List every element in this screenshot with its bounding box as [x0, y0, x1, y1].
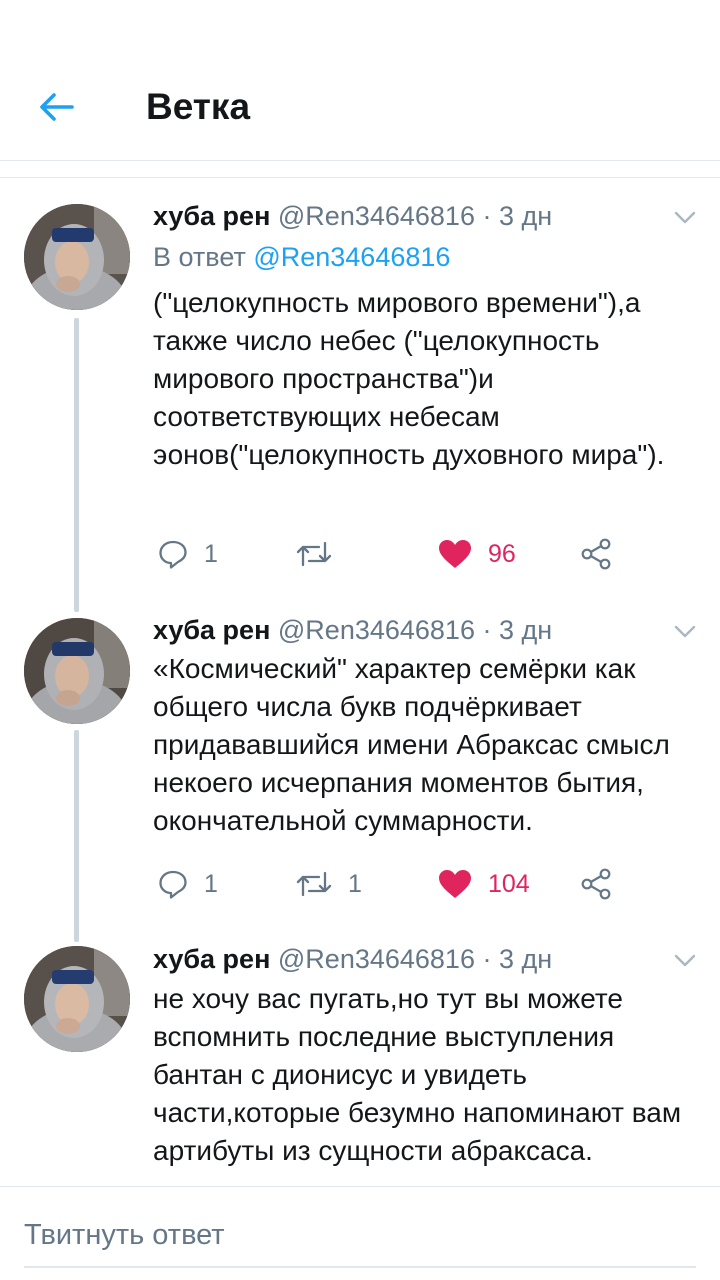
top-bar: Ветка — [0, 0, 720, 161]
author-handle[interactable]: @Ren34646816 — [278, 201, 475, 231]
chevron-down-icon — [674, 625, 696, 638]
back-button[interactable] — [30, 84, 82, 130]
like-count: 104 — [488, 869, 530, 898]
arrow-left-icon — [40, 93, 74, 121]
avatar[interactable] — [24, 204, 130, 310]
retweet-icon — [296, 541, 332, 567]
reply-button[interactable]: 1 — [158, 864, 218, 904]
like-button[interactable]: 104 — [438, 864, 530, 904]
tweet-time: · 3 дн — [474, 201, 553, 231]
reply-mention-link[interactable]: @Ren34646816 — [253, 242, 450, 272]
author-name[interactable]: хуба рен — [153, 201, 270, 231]
tweet-time: · 3 дн — [474, 944, 553, 974]
reply-tweet-input[interactable]: Твитнуть ответ — [24, 1206, 696, 1264]
like-button[interactable]: 96 — [438, 534, 516, 574]
avatar[interactable] — [24, 946, 130, 1052]
reply-icon — [159, 870, 187, 899]
share-icon — [581, 538, 611, 570]
thread-connector — [74, 730, 79, 942]
retweet-icon — [296, 871, 332, 897]
author-name[interactable]: хуба рен — [153, 944, 270, 974]
tweet-header: хуба рен @Ren34646816 · 3 дн — [153, 612, 552, 648]
tweet-time: · 3 дн — [474, 615, 553, 645]
page-title: Ветка — [146, 86, 251, 127]
reply-button[interactable]: 1 — [158, 534, 218, 574]
divider — [0, 177, 720, 178]
retweet-button[interactable] — [296, 534, 348, 574]
tweet-menu-button[interactable] — [670, 203, 700, 233]
author-name[interactable]: хуба рен — [153, 615, 270, 645]
chevron-down-icon — [674, 211, 696, 224]
tweet-actions: 1 1 104 — [0, 864, 720, 904]
retweet-button[interactable]: 1 — [296, 864, 362, 904]
avatar[interactable] — [24, 618, 130, 724]
reply-icon — [159, 540, 187, 569]
tweet-menu-button[interactable] — [670, 946, 700, 976]
share-button[interactable] — [580, 534, 612, 574]
author-handle[interactable]: @Ren34646816 — [278, 615, 475, 645]
heart-filled-icon — [439, 870, 471, 898]
reply-prefix: В ответ — [153, 242, 254, 272]
heart-filled-icon — [439, 540, 471, 568]
divider — [0, 1186, 720, 1187]
tweet-actions: 1 96 — [0, 534, 720, 574]
tweet-text: «Космический" характер семёрки как общег… — [153, 653, 670, 836]
author-handle[interactable]: @Ren34646816 — [278, 944, 475, 974]
share-icon — [581, 868, 611, 900]
tweet-menu-button[interactable] — [670, 617, 700, 647]
input-underline — [24, 1266, 696, 1268]
share-button[interactable] — [580, 864, 612, 904]
tweet-text: ("целокупность мирового времени"),а такж… — [153, 287, 665, 470]
tweet-header: хуба рен @Ren34646816 · 3 дн — [153, 198, 552, 234]
tweet-header: хуба рен @Ren34646816 · 3 дн — [153, 941, 552, 977]
reply-count: 1 — [204, 869, 218, 898]
chevron-down-icon — [674, 954, 696, 967]
like-count: 96 — [488, 539, 516, 568]
reply-count: 1 — [204, 539, 218, 568]
tweet-text: не хочу вас пугать,но тут вы можете вспо… — [153, 983, 682, 1166]
reply-context: В ответ @Ren34646816 — [153, 239, 450, 275]
retweet-count: 1 — [348, 869, 362, 898]
